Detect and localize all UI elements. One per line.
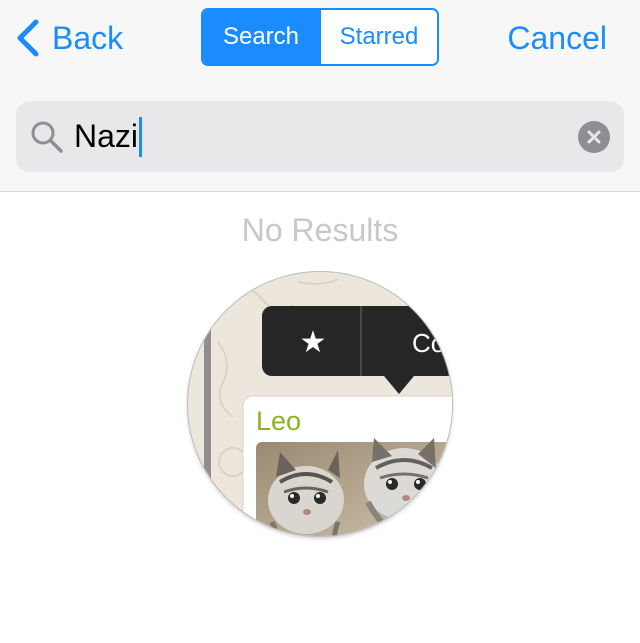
clear-search-button[interactable] xyxy=(578,121,610,153)
wallpaper-doodle xyxy=(297,278,339,285)
search-icon xyxy=(31,121,63,153)
search-input[interactable]: Nazi xyxy=(74,116,143,157)
back-label: Back xyxy=(52,19,124,56)
context-menu-pointer xyxy=(384,376,414,394)
context-menu-copy-label: Co xyxy=(412,328,445,358)
hint-illustration-drawing: ★ Co Leo xyxy=(204,278,452,536)
segment-search[interactable]: Search xyxy=(203,10,319,64)
back-button[interactable]: Back xyxy=(14,14,123,62)
chevron-left-icon xyxy=(17,19,39,57)
star-icon: ★ xyxy=(300,325,327,360)
search-mode-segmented-control: Search Starred xyxy=(201,8,439,66)
scroll-indicator xyxy=(204,322,211,522)
starred-messages-hint-illustration: ★ Co Leo xyxy=(188,272,452,536)
sender-name: Leo xyxy=(256,406,301,436)
clear-icon xyxy=(587,130,601,144)
search-input-value: Nazi xyxy=(74,118,139,154)
text-caret xyxy=(139,116,143,157)
wallpaper-doodle xyxy=(217,341,234,418)
cancel-button[interactable]: Cancel xyxy=(507,14,607,62)
search-bar[interactable]: Nazi xyxy=(16,101,624,172)
top-bar: Back Search Starred Cancel Nazi xyxy=(0,0,640,192)
kitten-photo xyxy=(256,438,452,536)
no-results-message: No Results xyxy=(241,212,399,248)
segment-starred[interactable]: Starred xyxy=(319,10,437,64)
